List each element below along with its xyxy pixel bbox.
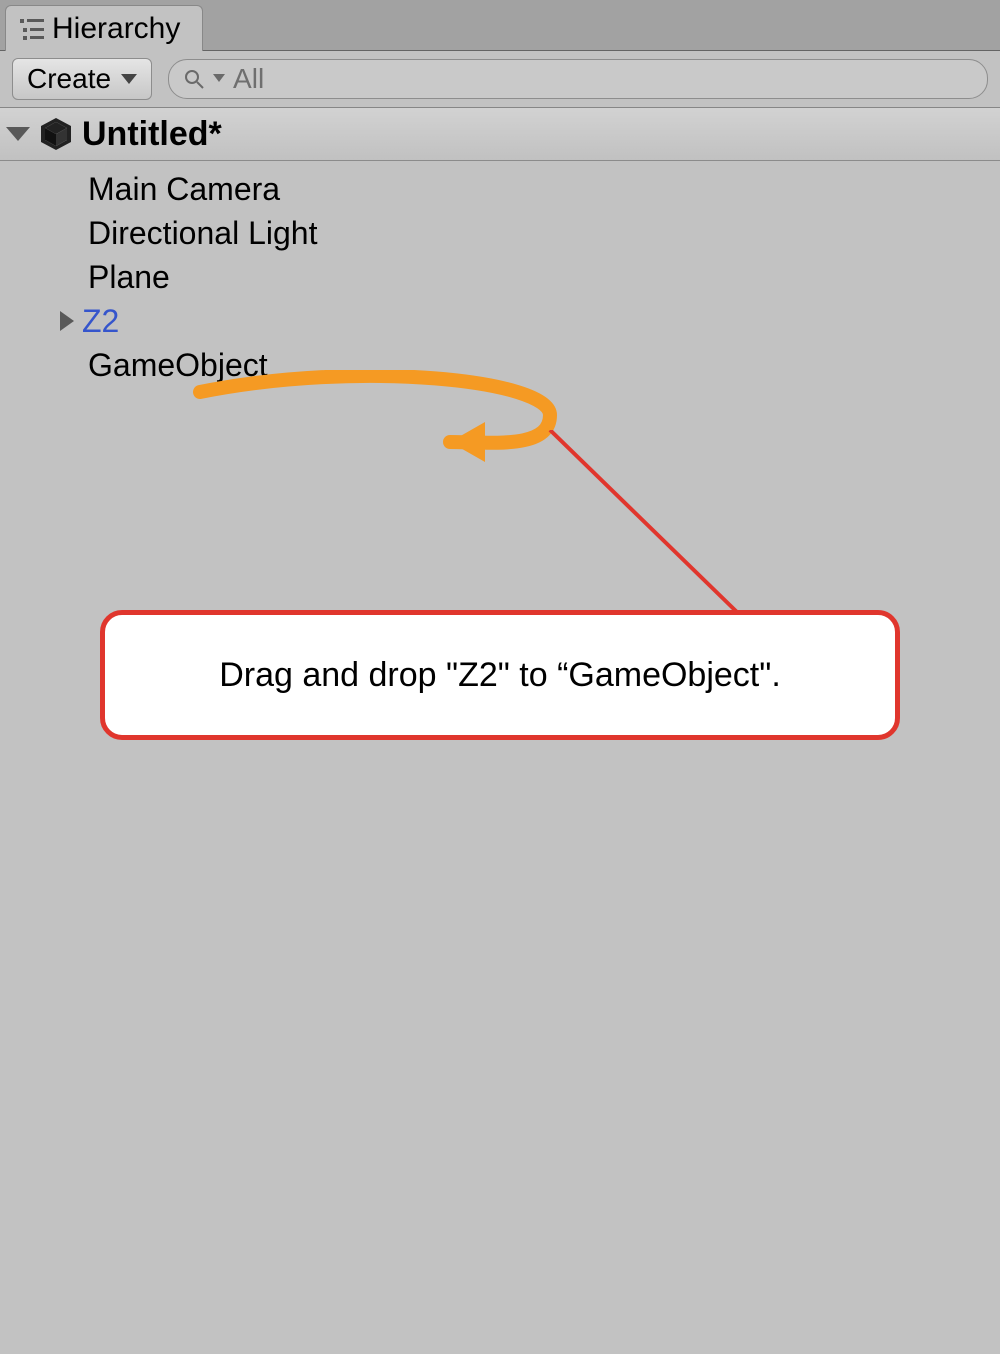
hierarchy-list: Main Camera Directional Light Plane Z2 G… — [0, 161, 1000, 393]
list-item-label: GameObject — [88, 347, 268, 384]
search-placeholder: All — [233, 63, 264, 95]
dropdown-icon — [121, 73, 137, 85]
tab-label: Hierarchy — [52, 12, 180, 46]
annotation-text: Drag and drop "Z2" to “GameObject". — [219, 656, 781, 695]
chevron-right-icon[interactable] — [60, 311, 74, 331]
hierarchy-toolbar: Create All — [0, 51, 1000, 108]
dropdown-icon — [213, 74, 225, 84]
list-item-label: Directional Light — [88, 215, 317, 252]
list-item-label: Z2 — [82, 303, 119, 340]
panel-tab-strip: Hierarchy — [0, 0, 1000, 51]
create-button[interactable]: Create — [12, 58, 152, 100]
annotation-pointer-line-icon — [430, 430, 780, 630]
hierarchy-icon — [20, 16, 44, 42]
create-button-label: Create — [27, 63, 111, 95]
unity-logo-icon — [38, 116, 74, 152]
hierarchy-item-gameobject[interactable]: GameObject — [0, 343, 1000, 387]
hierarchy-item-main-camera[interactable]: Main Camera — [0, 167, 1000, 211]
tab-hierarchy[interactable]: Hierarchy — [5, 5, 203, 51]
annotation-callout: Drag and drop "Z2" to “GameObject". — [100, 610, 900, 740]
scene-title: Untitled* — [82, 115, 222, 154]
list-item-label: Main Camera — [88, 171, 280, 208]
scene-header-row[interactable]: Untitled* — [0, 108, 1000, 161]
search-icon — [183, 68, 205, 90]
chevron-down-icon — [6, 127, 30, 141]
hierarchy-item-plane[interactable]: Plane — [0, 255, 1000, 299]
list-item-label: Plane — [88, 259, 170, 296]
hierarchy-item-directional-light[interactable]: Directional Light — [0, 211, 1000, 255]
search-input[interactable]: All — [168, 59, 988, 99]
hierarchy-item-z2[interactable]: Z2 — [0, 299, 1000, 343]
